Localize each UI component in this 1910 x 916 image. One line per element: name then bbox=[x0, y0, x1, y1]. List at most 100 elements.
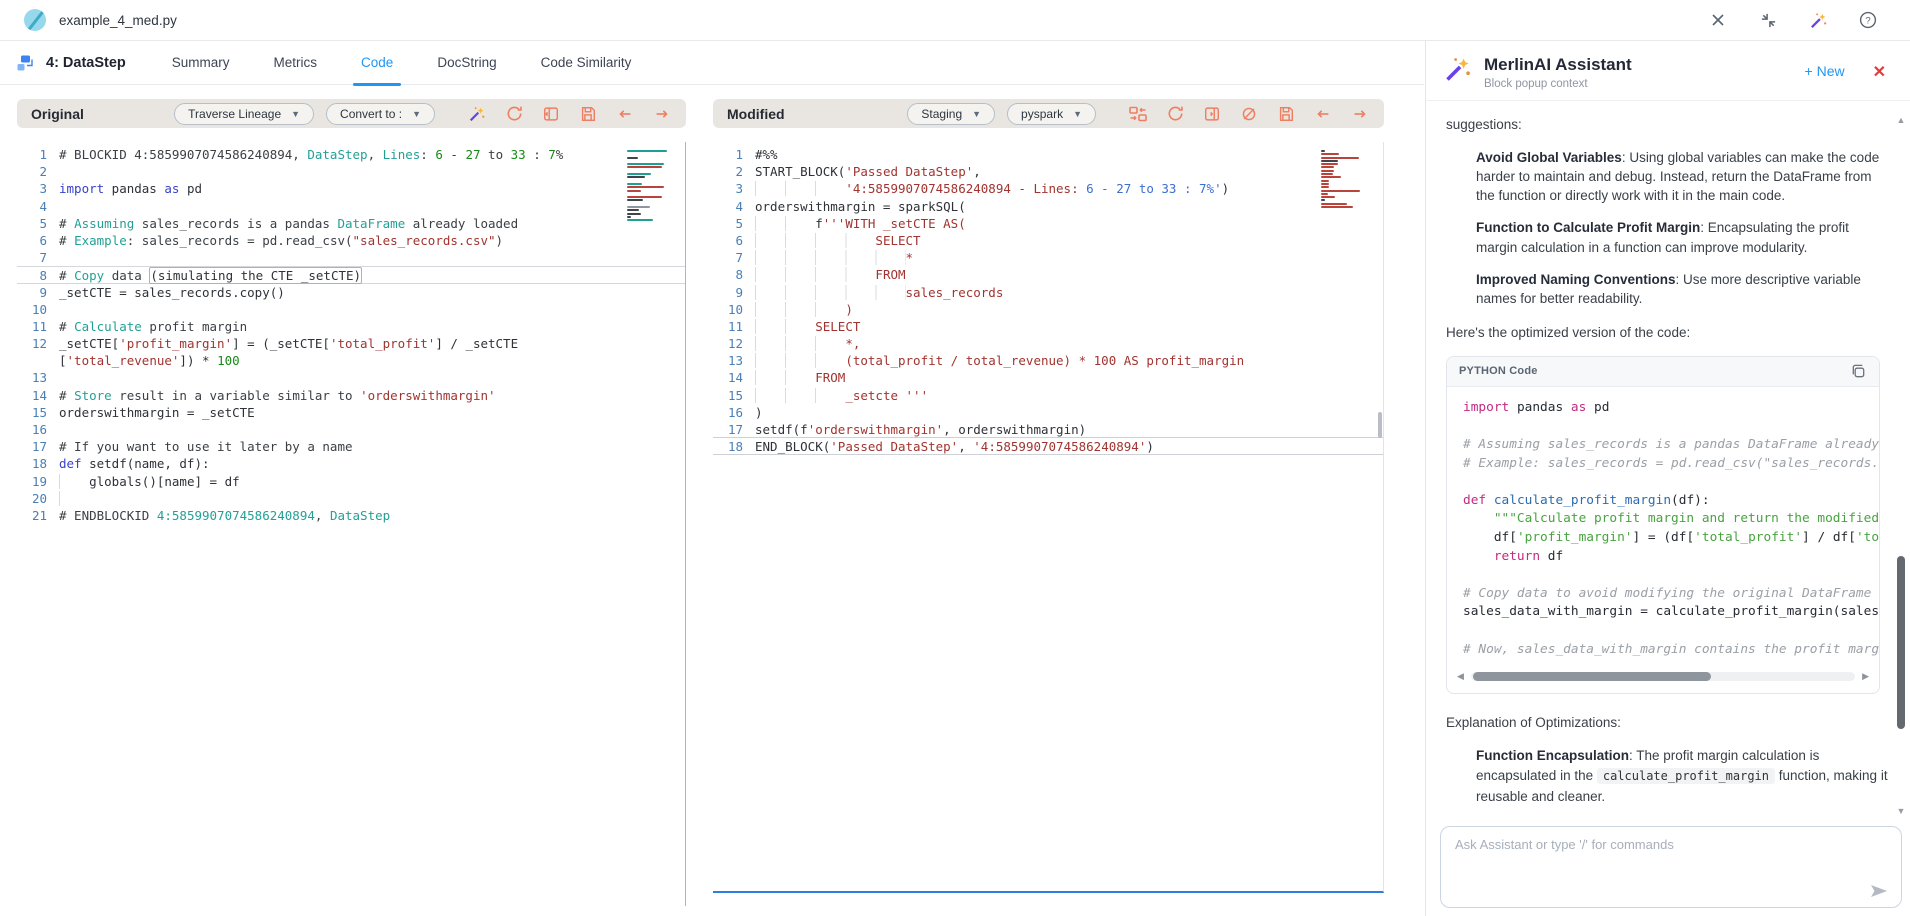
line-number: 18 bbox=[17, 455, 59, 472]
line-number: 11 bbox=[17, 318, 59, 335]
code-block-body[interactable]: import pandas as pd # Assuming sales_rec… bbox=[1447, 387, 1879, 667]
minimap-line bbox=[1321, 203, 1347, 205]
code-line: 21# ENDBLOCKID 4:5859907074586240894, Da… bbox=[17, 507, 685, 524]
code-line: ['total_revenue']) * 100 bbox=[17, 352, 685, 369]
code-line: sales_data_with_margin = calculate_profi… bbox=[1463, 603, 1879, 622]
minimap-line bbox=[1321, 206, 1353, 208]
minimap-line bbox=[627, 190, 641, 192]
line-number: 14 bbox=[713, 369, 755, 386]
code-block-hscrollbar[interactable]: ◀ ▶ bbox=[1457, 669, 1869, 683]
minimap-line bbox=[627, 180, 675, 182]
tab-code-similarity[interactable]: Code Similarity bbox=[541, 41, 632, 85]
modified-minimap[interactable] bbox=[1321, 150, 1369, 209]
line-number: 6 bbox=[713, 232, 755, 249]
scroll-down-icon[interactable]: ▼ bbox=[1896, 806, 1906, 816]
hide-icon[interactable] bbox=[1239, 104, 1259, 124]
language-dropdown[interactable]: pyspark ▼ bbox=[1007, 103, 1096, 125]
new-chat-button[interactable]: + New bbox=[1805, 63, 1845, 79]
hscroll-thumb[interactable] bbox=[1473, 672, 1711, 681]
code-line: 4 bbox=[17, 198, 685, 215]
assistant-input-box bbox=[1440, 826, 1902, 908]
collapse-left-panel-icon[interactable] bbox=[541, 104, 561, 124]
line-number: 5 bbox=[713, 215, 755, 232]
code-line: 18END_BLOCK('Passed DataStep', '4:585990… bbox=[713, 438, 1383, 455]
explanation-list: Function Encapsulation: The profit margi… bbox=[1446, 746, 1880, 818]
suggestions-intro: suggestions: bbox=[1446, 116, 1880, 135]
tab-docstring[interactable]: DocString bbox=[437, 41, 496, 85]
original-minimap[interactable] bbox=[627, 150, 675, 223]
scroll-left-icon[interactable]: ◀ bbox=[1457, 671, 1464, 682]
code-line: def calculate_profit_margin(df): bbox=[1463, 492, 1879, 511]
magic-wand-icon[interactable] bbox=[1808, 10, 1828, 30]
arrow-left-icon[interactable] bbox=[1313, 104, 1333, 124]
minimap-line bbox=[627, 170, 675, 172]
code-line: 5 f'''WITH _setCTE AS( bbox=[713, 215, 1383, 232]
minimap-line bbox=[627, 166, 662, 168]
code-line: 17# If you want to use it later by a nam… bbox=[17, 438, 685, 455]
save-icon[interactable] bbox=[1276, 104, 1296, 124]
code-line bbox=[1463, 417, 1879, 436]
magic-wand-icon bbox=[1444, 55, 1472, 83]
suggestion-item: Improved Naming Conventions: Use more de… bbox=[1476, 270, 1884, 308]
modified-code-editor[interactable]: 1#%%2START_BLOCK('Passed DataStep',3 '4:… bbox=[713, 142, 1384, 893]
scroll-right-icon[interactable]: ▶ bbox=[1862, 671, 1869, 682]
send-icon[interactable] bbox=[1869, 883, 1889, 899]
code-line: 10 ) bbox=[713, 301, 1383, 318]
close-icon[interactable] bbox=[1708, 10, 1728, 30]
line-number: 16 bbox=[713, 404, 755, 421]
convert-to-dropdown[interactable]: Convert to : ▼ bbox=[326, 103, 435, 125]
editor-scrollbar-thumb[interactable] bbox=[1378, 412, 1382, 438]
block-title: 4: DataStep bbox=[46, 55, 126, 71]
line-number: 3 bbox=[713, 180, 755, 197]
line-number: 15 bbox=[713, 387, 755, 404]
scrollbar-thumb[interactable] bbox=[1897, 556, 1905, 729]
traverse-lineage-dropdown[interactable]: Traverse Lineage ▼ bbox=[174, 103, 314, 125]
assistant-input[interactable] bbox=[1441, 827, 1901, 907]
code-line bbox=[1463, 473, 1879, 492]
save-icon[interactable] bbox=[578, 104, 598, 124]
open-right-panel-icon[interactable] bbox=[1202, 104, 1222, 124]
tab-summary[interactable]: Summary bbox=[172, 41, 230, 85]
tab-metrics[interactable]: Metrics bbox=[274, 41, 318, 85]
refresh-icon[interactable] bbox=[1165, 104, 1185, 124]
hscroll-track[interactable] bbox=[1471, 672, 1855, 681]
assistant-message-area[interactable]: suggestions: Avoid Global Variables: Usi… bbox=[1426, 104, 1894, 818]
compare-icon[interactable] bbox=[1128, 104, 1148, 124]
line-number: 15 bbox=[17, 404, 59, 421]
environment-dropdown[interactable]: Staging ▼ bbox=[907, 103, 995, 125]
line-number: 20 bbox=[17, 490, 59, 507]
code-line: 16 bbox=[17, 421, 685, 438]
help-icon[interactable]: ? bbox=[1858, 10, 1878, 30]
line-number bbox=[17, 352, 59, 369]
code-line: 7 bbox=[17, 249, 685, 266]
arrow-right-icon[interactable] bbox=[652, 104, 672, 124]
code-line: 8# Copy data (simulating the CTE _setCTE… bbox=[17, 266, 685, 283]
original-code-editor[interactable]: 1# BLOCKID 4:5859907074586240894, DataSt… bbox=[17, 142, 686, 906]
chevron-down-icon: ▼ bbox=[412, 109, 421, 119]
line-number: 11 bbox=[713, 318, 755, 335]
minimap-line bbox=[1321, 183, 1329, 185]
code-line: 8 FROM bbox=[713, 266, 1383, 283]
modified-panel-title: Modified bbox=[727, 106, 785, 122]
code-block-card: PYTHON Code import pandas as pd # Assumi… bbox=[1446, 356, 1880, 694]
suggestion-item: Function to Calculate Profit Margin: Enc… bbox=[1476, 218, 1884, 256]
scroll-up-icon[interactable]: ▲ bbox=[1896, 115, 1906, 125]
magic-wand-icon[interactable] bbox=[467, 104, 487, 124]
arrow-right-icon[interactable] bbox=[1350, 104, 1370, 124]
tab-code[interactable]: Code bbox=[361, 41, 393, 85]
minimap-line bbox=[627, 219, 653, 221]
assistant-scrollbar[interactable]: ▲ ▼ bbox=[1896, 119, 1906, 812]
line-number: 14 bbox=[17, 387, 59, 404]
arrow-left-icon[interactable] bbox=[615, 104, 635, 124]
minimap-line bbox=[1321, 160, 1338, 162]
document-title: example_4_med.py bbox=[59, 13, 177, 28]
compress-icon[interactable] bbox=[1758, 10, 1778, 30]
copy-icon[interactable] bbox=[1850, 363, 1867, 380]
minimap-line bbox=[1321, 157, 1359, 159]
minimap-line bbox=[1321, 173, 1333, 175]
close-assistant-icon[interactable]: ✕ bbox=[1873, 62, 1886, 82]
code-line: 16) bbox=[713, 404, 1383, 421]
refresh-icon[interactable] bbox=[504, 104, 524, 124]
explanation-item: Function Encapsulation: The profit margi… bbox=[1476, 746, 1888, 807]
code-line: 5# Assuming sales_records is a pandas Da… bbox=[17, 215, 685, 232]
